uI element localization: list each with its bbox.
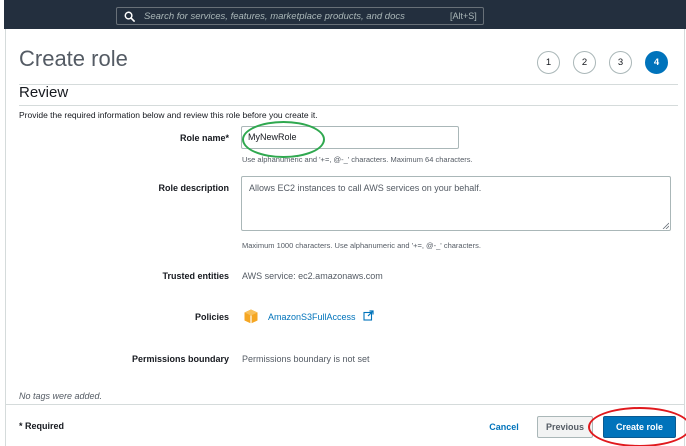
required-note: * Required <box>19 421 65 431</box>
step-4: 4 <box>645 51 668 74</box>
main-content: Create role 1 2 3 4 Review Provide the r… <box>5 29 686 446</box>
no-tags-note: No tags were added. <box>19 391 103 401</box>
highlight-circle-green <box>242 121 325 158</box>
role-description-text: Allows EC2 instances to call AWS service… <box>249 183 482 193</box>
top-nav-bar: Search for services, features, marketpla… <box>0 0 686 29</box>
divider <box>19 84 678 85</box>
role-description-input[interactable]: Allows EC2 instances to call AWS service… <box>241 176 671 231</box>
permissions-boundary-label: Permissions boundary <box>131 354 229 364</box>
permissions-boundary-value: Permissions boundary is not set <box>242 354 370 364</box>
highlight-circle-red <box>588 407 686 446</box>
policy-link[interactable]: AmazonS3FullAccess <box>268 312 356 322</box>
step-1[interactable]: 1 <box>537 51 560 74</box>
step-3[interactable]: 3 <box>609 51 632 74</box>
external-link-icon[interactable] <box>363 310 374 321</box>
search-input[interactable]: Search for services, features, marketpla… <box>116 7 484 25</box>
top-nav-edge <box>0 0 4 29</box>
policies-label: Policies <box>194 312 229 322</box>
intro-text: Provide the required information below a… <box>19 110 318 120</box>
trusted-entities-value: AWS service: ec2.amazonaws.com <box>242 271 383 281</box>
section-title: Review <box>19 84 69 101</box>
divider <box>19 105 678 106</box>
step-2[interactable]: 2 <box>573 51 596 74</box>
divider <box>6 404 684 405</box>
role-description-label: Role description <box>158 183 229 193</box>
previous-button[interactable]: Previous <box>537 416 593 438</box>
search-shortcut: [Alt+S] <box>450 11 477 21</box>
cancel-button[interactable]: Cancel <box>480 417 528 437</box>
policy-package-icon <box>244 309 258 324</box>
trusted-entities-label: Trusted entities <box>162 271 229 281</box>
search-icon <box>124 11 135 22</box>
role-name-label: Role name* <box>179 133 229 143</box>
role-description-hint: Maximum 1000 characters. Use alphanumeri… <box>242 241 481 250</box>
resize-grip-icon[interactable] <box>662 222 669 229</box>
page-title: Create role <box>19 46 128 71</box>
search-placeholder: Search for services, features, marketpla… <box>144 11 405 22</box>
